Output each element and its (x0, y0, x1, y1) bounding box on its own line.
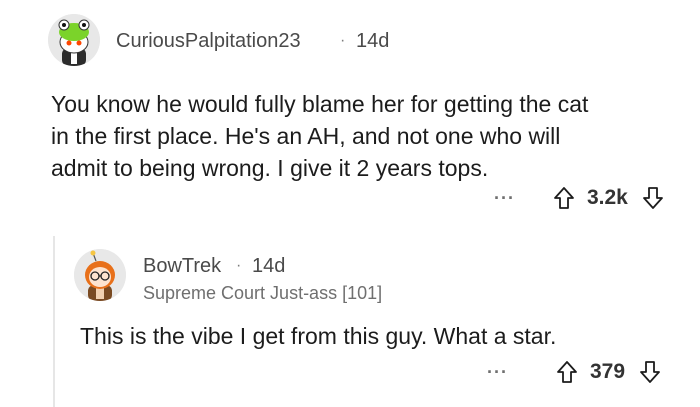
comment-actions: ··· 3.2k (494, 186, 664, 210)
downvote-icon[interactable] (639, 360, 661, 384)
avatar-image (74, 249, 126, 301)
vote-score: 3.2k (586, 186, 628, 209)
more-options-button[interactable]: ··· (487, 362, 508, 383)
reply-body: This is the vibe I get from this guy. Wh… (80, 320, 556, 352)
downvote-icon[interactable] (642, 186, 664, 210)
meta-separator: · (236, 257, 242, 274)
comment-body-line: in the first place. He's an AH, and not … (51, 123, 561, 149)
comment-body: You know he would fully blame her for ge… (51, 88, 588, 184)
reply-username[interactable]: BowTrek (143, 255, 221, 278)
thread-line[interactable] (53, 236, 55, 407)
reply-avatar[interactable] (74, 249, 126, 301)
comment-body-line: You know he would fully blame her for ge… (51, 91, 589, 117)
comment-username[interactable]: CuriousPalpitation23 (116, 30, 301, 53)
reply-body-line: This is the vibe I get from this guy. Wh… (80, 323, 557, 349)
vote-score: 379 (589, 360, 626, 383)
upvote-icon[interactable] (556, 360, 578, 384)
user-flair: Supreme Court Just-ass [101] (143, 283, 383, 303)
comment-timestamp[interactable]: 14d (356, 30, 389, 53)
reply-timestamp[interactable]: 14d (252, 255, 285, 278)
comment-body-line: admit to being wrong. I give it 2 years … (51, 155, 489, 181)
more-options-button[interactable]: ··· (494, 188, 515, 209)
reply-actions: ··· 379 (487, 360, 661, 384)
upvote-icon[interactable] (553, 186, 575, 210)
avatar-image (48, 14, 100, 66)
avatar[interactable] (48, 14, 100, 66)
meta-separator: · (340, 32, 346, 49)
comment-thread: CuriousPalpitation23 · 14d You know he w… (0, 0, 700, 407)
